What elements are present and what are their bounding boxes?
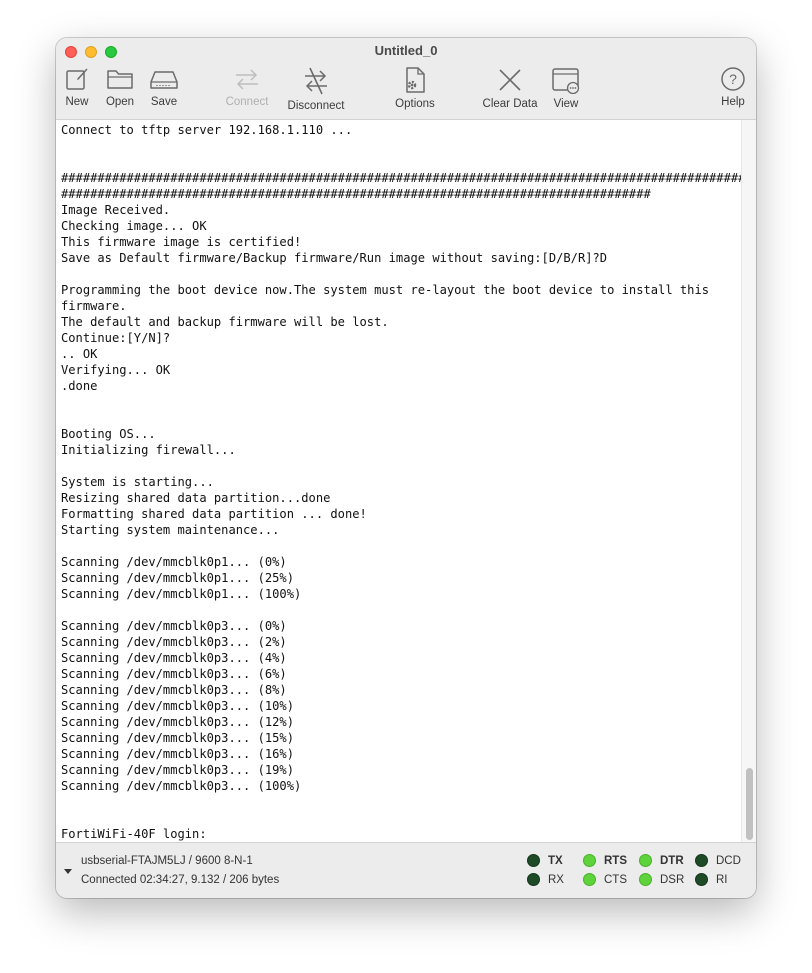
- vertical-scrollbar[interactable]: [741, 120, 756, 842]
- rts-led-icon: [583, 854, 596, 867]
- view-label: View: [553, 98, 579, 110]
- dcd-label: DCD: [716, 854, 741, 867]
- ri-indicator: RI: [695, 873, 728, 886]
- status-bar: usbserial-FTAJM5LJ / 9600 8-N-1 Connecte…: [56, 842, 756, 898]
- terminal-line: This firmware image is certified!: [61, 235, 302, 249]
- view-window-icon: [551, 66, 581, 94]
- svg-text:?: ?: [729, 71, 737, 87]
- rx-indicator: RX: [527, 873, 564, 886]
- terminal-line: Scanning /dev/mmcblk0p3... (4%): [61, 651, 287, 665]
- dtr-led-icon: [639, 854, 652, 867]
- dcd-indicator: DCD: [695, 854, 741, 867]
- scrollbar-thumb[interactable]: [746, 768, 753, 840]
- terminal-line: Connect to tftp server 192.168.1.110 ...: [61, 123, 353, 137]
- clear-data-label: Clear Data: [482, 98, 538, 110]
- terminal-line: Scanning /dev/mmcblk0p3... (2%): [61, 635, 287, 649]
- window-title: Untitled_0: [374, 43, 438, 58]
- disconnect-button[interactable]: Disconnect: [286, 66, 346, 112]
- cts-indicator: CTS: [583, 873, 627, 886]
- terminal-line: Continue:[Y/N]?: [61, 331, 171, 345]
- help-button[interactable]: ? Help: [720, 66, 746, 108]
- terminal-line: Formatting shared data partition ... don…: [61, 507, 367, 521]
- document-gear-icon: [402, 66, 428, 94]
- terminal-line: FortiWiFi-40F login:: [61, 827, 207, 841]
- terminal-line: Image Received.: [61, 203, 171, 217]
- terminal-line: System is starting...: [61, 475, 214, 489]
- save-drive-icon: [149, 66, 179, 92]
- open-button[interactable]: Open: [105, 66, 135, 108]
- disconnect-label: Disconnect: [287, 100, 345, 112]
- app-window: Untitled_0 New Open Save Connect Disconn…: [56, 38, 756, 898]
- terminal-line: ########################################…: [61, 187, 651, 201]
- terminal-line: ########################################…: [61, 171, 756, 185]
- terminal-line: Starting system maintenance...: [61, 523, 280, 537]
- dsr-indicator: DSR: [639, 873, 684, 886]
- disclosure-triangle-icon[interactable]: [64, 869, 72, 874]
- new-label: New: [65, 96, 89, 108]
- view-button[interactable]: View: [552, 66, 580, 110]
- open-label: Open: [105, 96, 135, 108]
- folder-icon: [106, 66, 134, 92]
- title-bar: Untitled_0 New Open Save Connect Disconn…: [56, 38, 756, 120]
- terminal-line: Scanning /dev/mmcblk0p1... (25%): [61, 571, 294, 585]
- rx-led-icon: [527, 873, 540, 886]
- terminal-line: Verifying... OK: [61, 363, 171, 377]
- ri-led-icon: [695, 873, 708, 886]
- rts-label: RTS: [604, 854, 627, 867]
- rx-label: RX: [548, 873, 564, 886]
- tx-led-icon: [527, 854, 540, 867]
- dtr-indicator: DTR: [639, 854, 684, 867]
- terminal-line: Save as Default firmware/Backup firmware…: [61, 251, 608, 265]
- dcd-led-icon: [695, 854, 708, 867]
- connect-arrows-icon: [232, 66, 262, 92]
- terminal-line: Scanning /dev/mmcblk0p3... (16%): [61, 747, 294, 761]
- terminal-line: Scanning /dev/mmcblk0p3... (8%): [61, 683, 287, 697]
- rts-indicator: RTS: [583, 854, 627, 867]
- terminal-line: Scanning /dev/mmcblk0p1... (100%): [61, 587, 302, 601]
- terminal-line: Scanning /dev/mmcblk0p3... (12%): [61, 715, 294, 729]
- terminal-line: Booting OS...: [61, 427, 156, 441]
- clear-x-icon: [496, 66, 524, 94]
- connect-button[interactable]: Connect: [225, 66, 269, 108]
- terminal-line: Scanning /dev/mmcblk0p3... (15%): [61, 731, 294, 745]
- save-button[interactable]: Save: [150, 66, 178, 108]
- port-info: usbserial-FTAJM5LJ / 9600 8-N-1: [81, 855, 253, 867]
- tx-label: TX: [548, 854, 563, 867]
- disconnect-arrows-icon: [301, 66, 331, 96]
- terminal-line: .done: [61, 379, 98, 393]
- terminal-line: Checking image... OK: [61, 219, 207, 233]
- dsr-label: DSR: [660, 873, 685, 886]
- connection-info: Connected 02:34:27, 9.132 / 206 bytes: [81, 874, 280, 886]
- help-label: Help: [721, 96, 745, 108]
- dsr-led-icon: [639, 873, 652, 886]
- dtr-label: DTR: [660, 854, 684, 867]
- terminal-line: Scanning /dev/mmcblk0p3... (6%): [61, 667, 287, 681]
- terminal-line: Resizing shared data partition...done: [61, 491, 331, 505]
- terminal-line: Programming the boot device now.The syst…: [61, 283, 710, 297]
- options-button[interactable]: Options: [394, 66, 436, 110]
- help-icon: ?: [720, 66, 746, 92]
- terminal-output[interactable]: Connect to tftp server 192.168.1.110 ...…: [56, 120, 756, 842]
- clear-data-button[interactable]: Clear Data: [483, 66, 537, 110]
- save-label: Save: [150, 96, 178, 108]
- options-label: Options: [395, 98, 435, 110]
- terminal-line: Scanning /dev/mmcblk0p3... (0%): [61, 619, 287, 633]
- cts-led-icon: [583, 873, 596, 886]
- new-button[interactable]: New: [64, 66, 90, 108]
- terminal-line: Scanning /dev/mmcblk0p3... (10%): [61, 699, 294, 713]
- terminal-line: Scanning /dev/mmcblk0p3... (100%): [61, 779, 302, 793]
- terminal-line: Scanning /dev/mmcblk0p1... (0%): [61, 555, 287, 569]
- connect-label: Connect: [225, 96, 269, 108]
- ri-label: RI: [716, 873, 728, 886]
- terminal-line: .. OK: [61, 347, 98, 361]
- terminal-line: Scanning /dev/mmcblk0p3... (19%): [61, 763, 294, 777]
- terminal-lines: Connect to tftp server 192.168.1.110 ...…: [61, 122, 756, 842]
- new-document-icon: [64, 66, 90, 92]
- terminal-line: Initializing firewall...: [61, 443, 236, 457]
- terminal-line: firmware.: [61, 299, 127, 313]
- terminal-line: The default and backup firmware will be …: [61, 315, 389, 329]
- cts-label: CTS: [604, 873, 627, 886]
- tx-indicator: TX: [527, 854, 563, 867]
